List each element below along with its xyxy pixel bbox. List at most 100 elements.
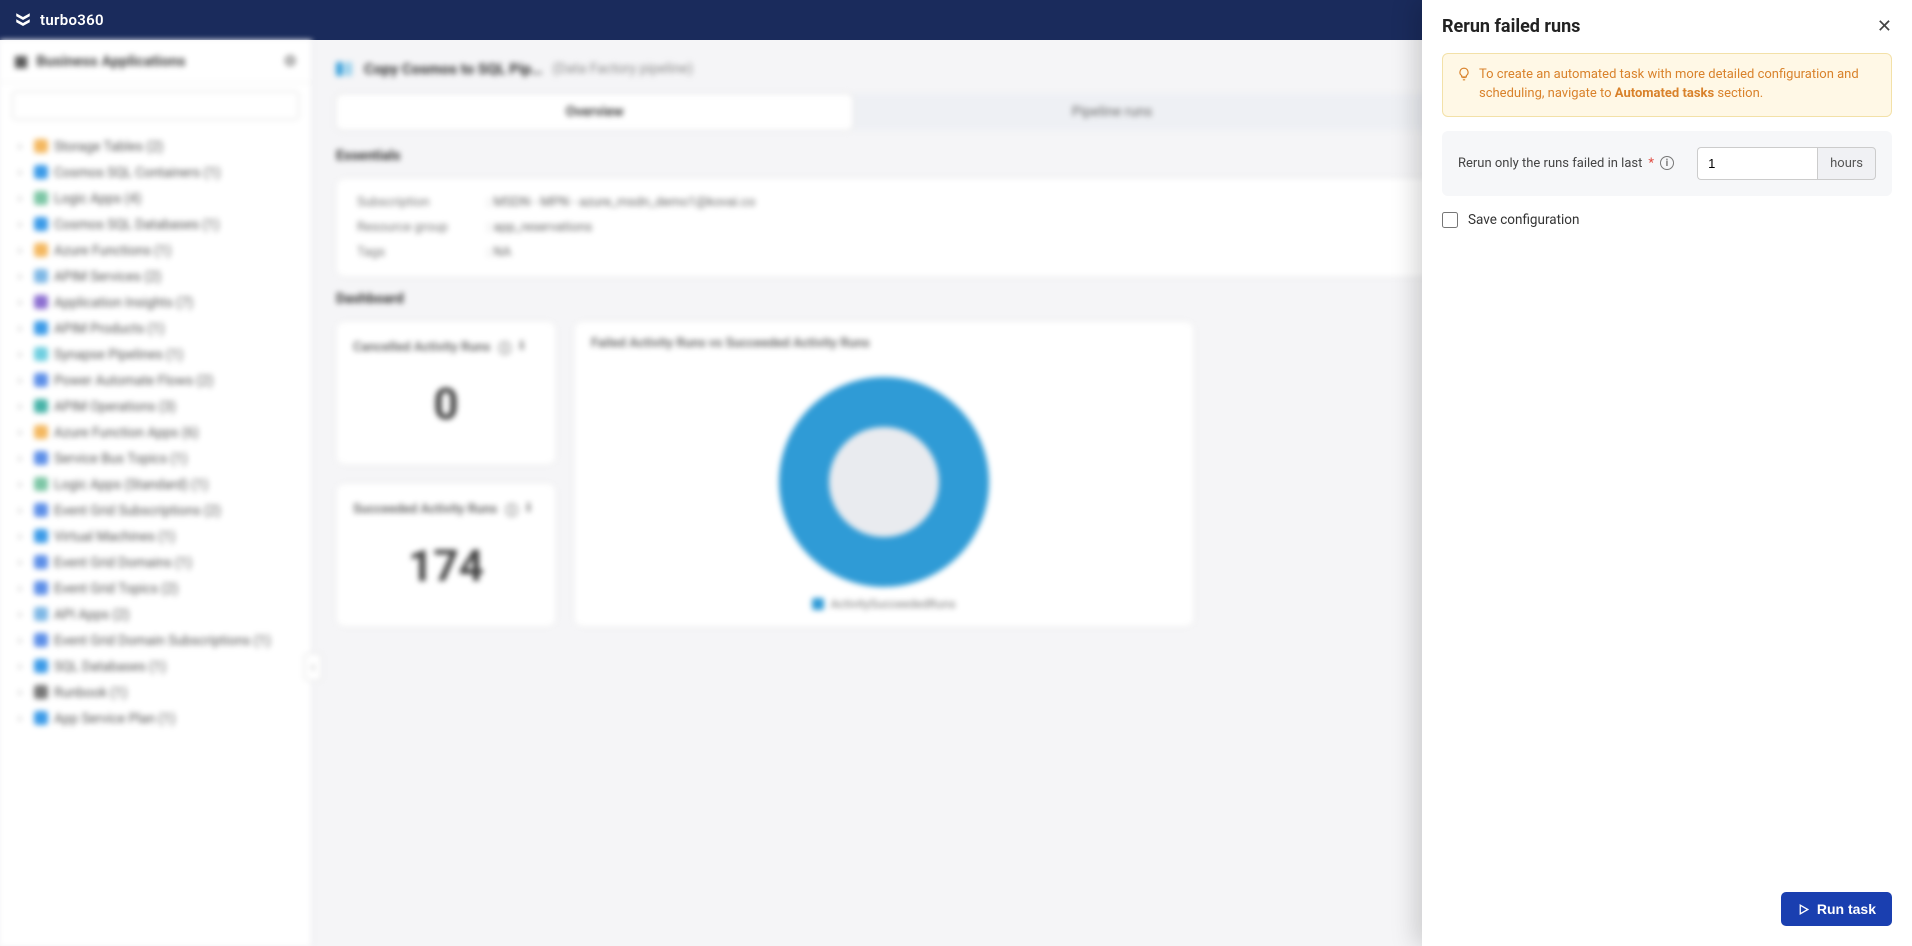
sidebar-collapse-handle[interactable]: ‹ [304,653,322,681]
lightbulb-icon [1457,67,1471,104]
resource-type-icon [34,451,48,465]
sidebar-item[interactable]: Synapse Pipelines (1) [18,342,303,368]
resource-type-icon [34,373,48,387]
cancelled-runs-value: 0 [353,378,539,430]
sidebar-item-label: Logic Apps (Standard) (1) [54,477,208,493]
sidebar-item-label: Cosmos SQL Databases (1) [54,217,219,233]
resource-type-icon [34,165,48,179]
resource-type-icon [34,321,48,335]
resource-type-icon [34,295,48,309]
sidebar-item[interactable]: SQL Databases (1) [18,654,303,680]
sidebar-item[interactable]: Runbook (1) [18,680,303,706]
sidebar-item-label: APIM Products (1) [54,321,165,337]
sidebar-item-label: Event Grid Subscriptions (2) [54,503,221,519]
rerun-form-block: Rerun only the runs failed in last * i h… [1442,131,1892,196]
tip-text: To create an automated task with more de… [1479,66,1877,104]
sidebar-item-label: SQL Databases (1) [54,659,166,675]
sidebar-item[interactable]: APIM Products (1) [18,316,303,342]
sidebar-item-label: Service Bus Topics (1) [54,451,187,467]
resource-type-icon [34,659,48,673]
tab-overview[interactable]: Overview [336,94,853,130]
sidebar-item-label: App Service Plan (1) [54,711,175,727]
sidebar-item[interactable]: Event Grid Subscriptions (2) [18,498,303,524]
sidebar-item[interactable]: Logic Apps (4) [18,186,303,212]
resource-type-icon [34,269,48,283]
sidebar-tree: Storage Tables (2) Cosmos SQL Containers … [0,128,311,946]
resource-type-icon [34,425,48,439]
sidebar-item-label: Logic Apps (4) [54,191,141,207]
sidebar-item[interactable]: Cosmos SQL Containers (1) [18,160,303,186]
sidebar-item[interactable]: Cosmos SQL Databases (1) [18,212,303,238]
info-icon: ⓘ [498,338,511,357]
sidebar-item-label: Power Automate Flows (2) [54,373,213,389]
resource-type-icon [34,711,48,725]
sidebar-item[interactable]: API Apps (2) [18,602,303,628]
close-icon[interactable]: ✕ [1877,16,1892,37]
sidebar-item[interactable]: Application Insights (7) [18,290,303,316]
hours-unit: hours [1817,147,1876,180]
sidebar-item[interactable]: Azure Function Apps (6) [18,420,303,446]
sidebar-item[interactable]: Event Grid Topics (2) [18,576,303,602]
panel-title: Rerun failed runs [1442,16,1580,37]
sidebar-item[interactable]: Virtual Machines (1) [18,524,303,550]
tab-pipeline-runs[interactable]: Pipeline runs [853,94,1370,130]
play-icon [1797,903,1810,916]
pipeline-title: Copy Cosmos to SQL Pip… [364,60,542,78]
run-task-button[interactable]: Run task [1781,892,1892,926]
brand-name: turbo360 [40,11,104,29]
sidebar-item[interactable]: APIM Services (2) [18,264,303,290]
panel-header: Rerun failed runs ✕ [1422,0,1912,49]
panel-footer: Run task [1422,878,1912,946]
info-icon: ⓘ [505,500,518,519]
sidebar-item[interactable]: APIM Operations (3) [18,394,303,420]
sidebar-search-input[interactable] [12,91,299,120]
sidebar-item-label: Event Grid Topics (2) [54,581,178,597]
sidebar-item[interactable]: App Service Plan (1) [18,706,303,732]
hours-input[interactable] [1697,147,1817,180]
gear-icon[interactable]: ⚙ [284,52,297,70]
resource-type-icon [34,607,48,621]
download-icon[interactable]: ⭳ [526,498,531,520]
sidebar-title: Business Applications [36,52,185,70]
resource-type-icon [34,503,48,517]
automated-tasks-link[interactable]: Automated tasks [1615,86,1714,101]
sidebar-item-label: Virtual Machines (1) [54,529,175,545]
rerun-panel: Rerun failed runs ✕ To create an automat… [1422,0,1912,946]
sidebar-item[interactable]: Event Grid Domains (1) [18,550,303,576]
sidebar-item-label: Event Grid Domain Subscriptions (1) [54,633,271,649]
brand-logo-icon [14,11,32,29]
pipeline-type: (Data Factory pipeline) [552,61,693,77]
sidebar-item[interactable]: Storage Tables (2) [18,134,303,160]
tip-callout: To create an automated task with more de… [1442,53,1892,117]
sidebar-item-label: Application Insights (7) [54,295,193,311]
sidebar-item[interactable]: Logic Apps (Standard) (1) [18,472,303,498]
panel-body: To create an automated task with more de… [1422,49,1912,878]
sidebar-item[interactable]: Power Automate Flows (2) [18,368,303,394]
succeeded-runs-value: 174 [353,540,539,592]
chart-legend: ActivitySucceededRuns [812,597,955,611]
save-config-row: Save configuration [1442,212,1892,228]
save-config-checkbox[interactable] [1442,212,1458,228]
sidebar-item-label: Storage Tables (2) [54,139,163,155]
sidebar-item-label: Event Grid Domains (1) [54,555,192,571]
succeeded-runs-card: Succeeded Activity Runs ⓘ ⭳ 174 [336,483,556,627]
resource-type-icon [34,217,48,231]
resource-type-icon [34,399,48,413]
pipeline-icon [336,62,354,76]
hours-input-group: hours [1697,147,1876,180]
sidebar-item-label: APIM Operations (3) [54,399,176,415]
resource-type-icon [34,633,48,647]
sidebar-item[interactable]: Azure Functions (1) [18,238,303,264]
sidebar-item[interactable]: Service Bus Topics (1) [18,446,303,472]
rerun-hours-label: Rerun only the runs failed in last * i [1458,156,1683,171]
resource-type-icon [34,685,48,699]
download-icon[interactable]: ⭳ [519,336,524,358]
required-mark: * [1648,156,1654,171]
info-icon[interactable]: i [1660,156,1674,170]
resource-type-icon [34,243,48,257]
save-config-label: Save configuration [1468,212,1579,228]
sidebar-item[interactable]: Event Grid Domain Subscriptions (1) [18,628,303,654]
resource-type-icon [34,139,48,153]
sidebar-item-label: Synapse Pipelines (1) [54,347,183,363]
sidebar-item-label: Azure Functions (1) [54,243,171,259]
